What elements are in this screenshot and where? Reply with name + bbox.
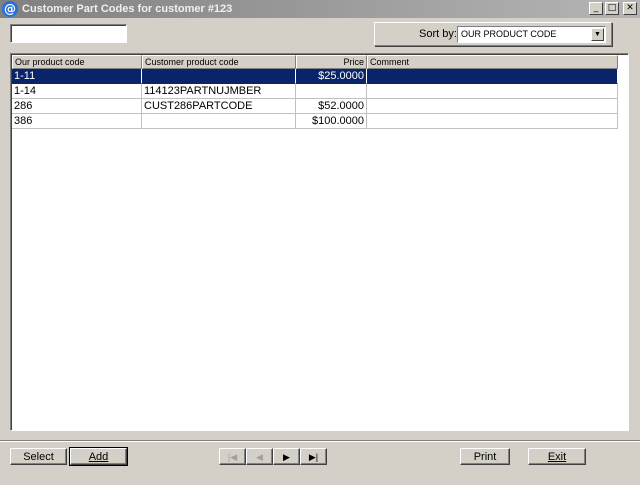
cell-our-code: 1-11: [12, 69, 142, 84]
select-button[interactable]: Select: [10, 448, 67, 465]
cell-comment: [367, 84, 618, 99]
table-row[interactable]: 386 $100.0000: [12, 114, 618, 129]
app-icon: @: [2, 1, 18, 17]
cell-customer-code: [142, 114, 296, 129]
cell-comment: [367, 99, 618, 114]
nav-next-button[interactable]: ▶: [273, 448, 300, 465]
header-our-product-code[interactable]: Our product code: [12, 55, 142, 69]
cell-price: [296, 84, 367, 99]
header-comment[interactable]: Comment: [367, 55, 618, 69]
table-row[interactable]: 1-14 114123PARTNUJMBER: [12, 84, 618, 99]
sort-panel: Sort by: OUR PRODUCT CODE ▼: [374, 22, 612, 46]
nav-first-button[interactable]: |◀: [219, 448, 246, 465]
maximize-icon[interactable]: □: [605, 2, 619, 15]
sort-label: Sort by:: [419, 28, 457, 40]
cell-price: $25.0000: [296, 69, 367, 84]
grid-header: Our product code Customer product code P…: [12, 55, 618, 69]
table-row[interactable]: 1-11 $25.0000: [12, 69, 618, 84]
sort-select[interactable]: OUR PRODUCT CODE ▼: [457, 26, 606, 43]
footer-divider: [0, 440, 640, 442]
cell-customer-code: 114123PARTNUJMBER: [142, 84, 296, 99]
minimize-icon[interactable]: _: [589, 2, 603, 15]
cell-customer-code: [142, 69, 296, 84]
search-input[interactable]: [10, 24, 127, 43]
table-row[interactable]: 286 CUST286PARTCODE $52.0000: [12, 99, 618, 114]
print-button[interactable]: Print: [460, 448, 510, 465]
sort-selected-value: OUR PRODUCT CODE: [461, 29, 557, 39]
title-bar[interactable]: @ Customer Part Codes for customer #123 …: [0, 0, 640, 18]
add-button[interactable]: Add: [69, 447, 128, 466]
header-price[interactable]: Price: [296, 55, 367, 69]
nav-last-button[interactable]: ▶|: [300, 448, 327, 465]
grid-body: 1-11 $25.0000 1-14 114123PARTNUJMBER 286…: [12, 69, 618, 129]
header-customer-product-code[interactable]: Customer product code: [142, 55, 296, 69]
nav-prev-button[interactable]: ◀: [246, 448, 273, 465]
chevron-down-icon[interactable]: ▼: [591, 28, 604, 41]
cell-price: $100.0000: [296, 114, 367, 129]
cell-our-code: 386: [12, 114, 142, 129]
part-codes-grid[interactable]: Our product code Customer product code P…: [10, 53, 629, 431]
cell-our-code: 1-14: [12, 84, 142, 99]
cell-price: $52.0000: [296, 99, 367, 114]
window-title: Customer Part Codes for customer #123: [22, 3, 233, 15]
cell-comment: [367, 69, 618, 84]
window-controls: _ □ ✕: [589, 2, 637, 15]
close-icon[interactable]: ✕: [623, 2, 637, 15]
cell-customer-code: CUST286PARTCODE: [142, 99, 296, 114]
cell-comment: [367, 114, 618, 129]
cell-our-code: 286: [12, 99, 142, 114]
exit-button[interactable]: Exit: [528, 448, 586, 465]
